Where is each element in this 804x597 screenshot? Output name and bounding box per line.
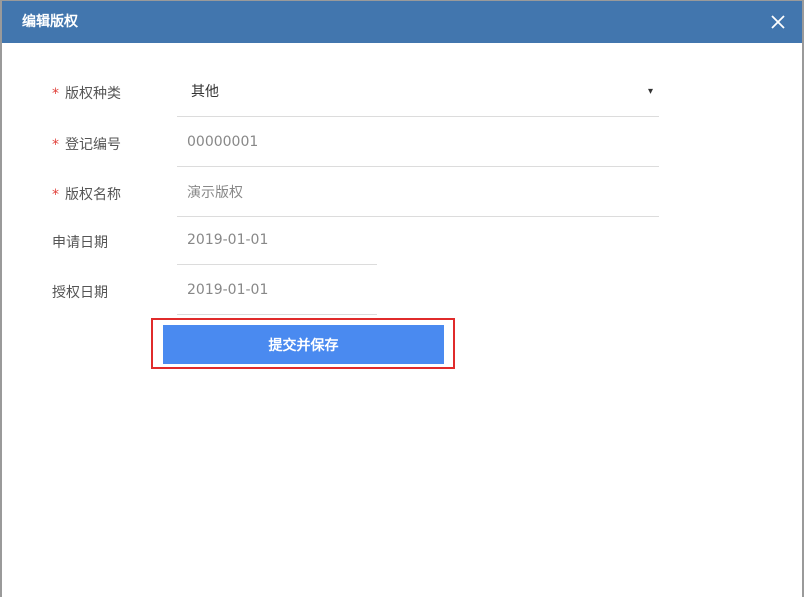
chevron-down-icon: ▾ — [647, 86, 653, 97]
reg-no-input[interactable] — [177, 118, 659, 166]
name-input[interactable] — [177, 168, 659, 216]
close-icon — [771, 15, 785, 29]
close-button[interactable] — [768, 12, 788, 32]
required-mark: * — [52, 86, 59, 102]
reg-no-field — [177, 118, 659, 167]
form-row-grant-date: 授权日期 — [2, 266, 802, 316]
form-row-reg-no: * 登记编号 — [2, 118, 802, 168]
apply-date-input[interactable] — [177, 216, 377, 264]
form-row-name: * 版权名称 — [2, 168, 802, 218]
name-field — [177, 168, 659, 217]
grant-date-input[interactable] — [177, 266, 377, 314]
type-select[interactable]: 其他 ▾ — [177, 68, 659, 117]
form-row-apply-date: 申请日期 — [2, 216, 802, 266]
apply-date-label: 申请日期 — [52, 235, 108, 251]
dialog-title: 编辑版权 — [22, 14, 78, 30]
type-label: * 版权种类 — [52, 86, 121, 102]
dialog-header: 编辑版权 — [2, 1, 802, 43]
edit-copyright-dialog: 编辑版权 *版权种类 其他 ▾ *登记编号 *版权名称 申请日期 — [2, 1, 802, 597]
name-label: * 版权名称 — [52, 187, 121, 203]
grant-date-field — [177, 266, 377, 315]
grant-date-label: 授权日期 — [52, 285, 108, 301]
required-mark: * — [52, 137, 59, 153]
form-row-type: * 版权种类 其他 ▾ — [2, 68, 802, 118]
reg-no-label: * 登记编号 — [52, 137, 121, 153]
submit-save-button[interactable]: 提交并保存 — [163, 325, 444, 364]
type-select-value: 其他 — [191, 84, 219, 100]
apply-date-field — [177, 216, 377, 265]
required-mark: * — [52, 187, 59, 203]
